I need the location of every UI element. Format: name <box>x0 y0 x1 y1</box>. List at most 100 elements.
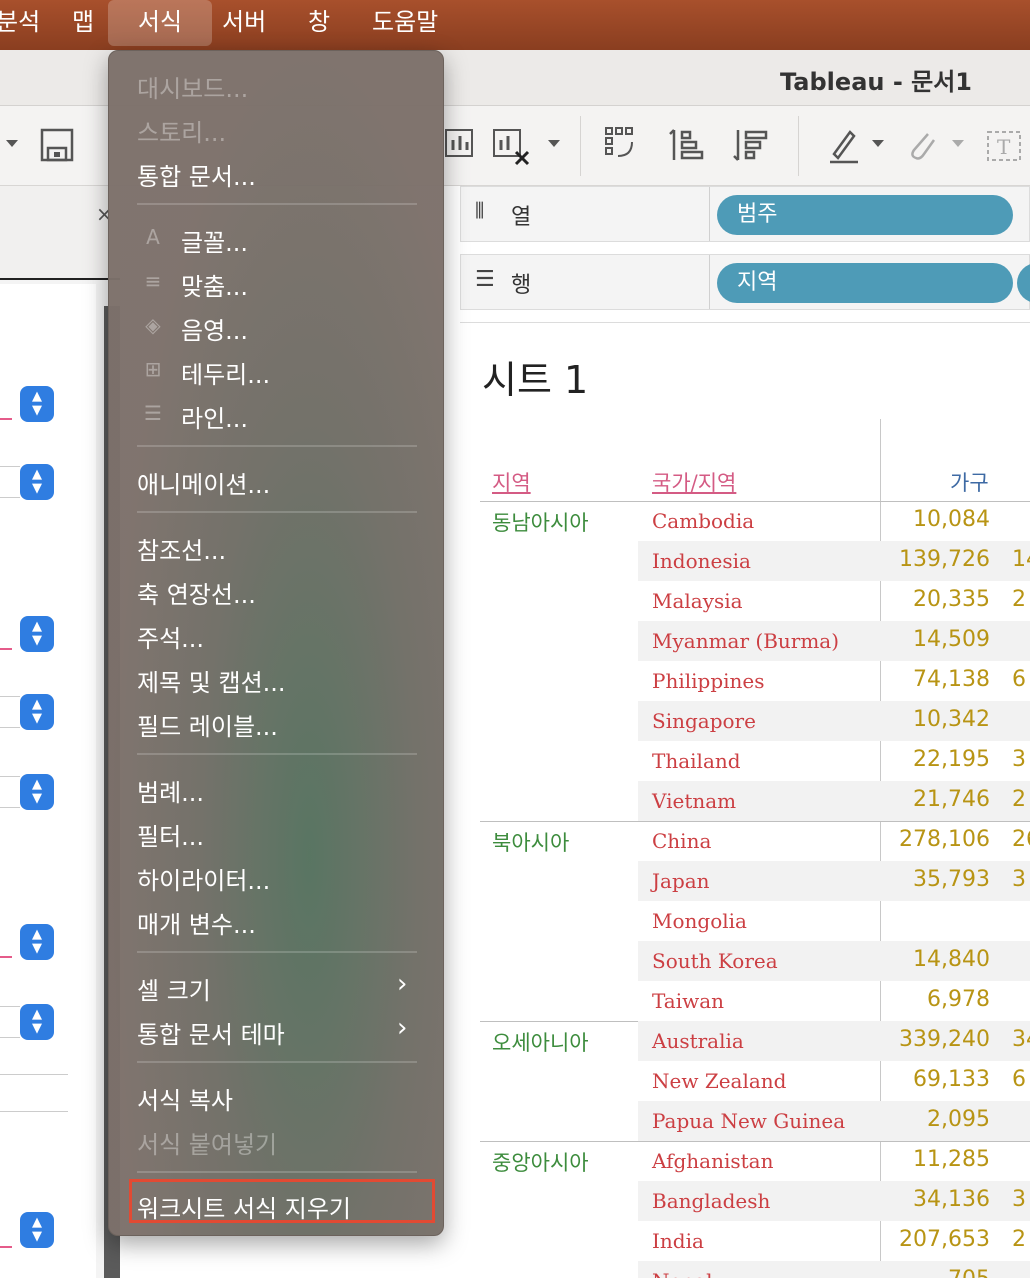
field-stub[interactable] <box>0 1006 20 1038</box>
furniture-value-cell[interactable]: 207,653 <box>899 1227 990 1252</box>
menu-item-legends[interactable]: 범례... <box>137 773 204 808</box>
next-column-value-cell[interactable]: 2 <box>1012 787 1026 812</box>
menu-item-borders[interactable]: 테두리... <box>181 355 270 390</box>
menu-item-reference-lines[interactable]: 참조선... <box>137 531 226 566</box>
menu-item-paste-formatting[interactable]: 서식 붙여넣기 <box>137 1125 277 1160</box>
menu-item-workbook-theme[interactable]: 통합 문서 테마 <box>137 1015 285 1050</box>
menu-item-lines[interactable]: 라인... <box>181 399 248 434</box>
furniture-value-cell[interactable]: 11,285 <box>913 1147 990 1172</box>
stepper-button[interactable]: ▲ ▼ <box>20 774 54 810</box>
stepper-button[interactable]: ▲ ▼ <box>20 616 54 652</box>
next-column-value-cell[interactable]: 26 <box>1012 827 1030 852</box>
country-cell[interactable]: Thailand <box>652 749 741 773</box>
stepper-button[interactable]: ▲ ▼ <box>20 464 54 500</box>
next-column-value-cell[interactable]: 14 <box>1012 547 1030 572</box>
country-cell[interactable]: Nepal <box>652 1269 712 1278</box>
menu-item-story[interactable]: 스토리... <box>137 113 226 148</box>
country-cell[interactable]: Papua New Guinea <box>652 1109 845 1133</box>
menu-item-dashboard[interactable]: 대시보드... <box>137 69 248 104</box>
menu-help[interactable]: 도움말 <box>356 0 454 46</box>
country-cell[interactable]: Indonesia <box>652 549 751 573</box>
header-country[interactable]: 국가/지역 <box>652 467 736 497</box>
country-cell[interactable]: South Korea <box>652 949 778 973</box>
header-region[interactable]: 지역 <box>492 467 531 497</box>
save-icon[interactable] <box>38 126 78 166</box>
furniture-value-cell[interactable]: 22,195 <box>913 747 990 772</box>
furniture-value-cell[interactable]: 14,840 <box>913 947 990 972</box>
table-row[interactable]: India 207,653 2 <box>638 1221 1030 1261</box>
next-column-value-cell[interactable]: 6 <box>1012 667 1026 692</box>
table-row[interactable]: Cambodia 10,084 <box>638 501 1030 541</box>
menu-analysis[interactable]: 분석 <box>0 0 56 46</box>
table-row[interactable]: China 278,106 26 <box>638 821 1030 861</box>
country-cell[interactable]: India <box>652 1229 704 1253</box>
country-cell[interactable]: China <box>652 829 711 853</box>
menu-item-align[interactable]: 맞춤... <box>181 267 248 302</box>
table-row[interactable]: Myanmar (Burma) 14,509 <box>638 621 1030 661</box>
menu-item-filters[interactable]: 필터... <box>137 817 204 852</box>
stepper-button[interactable]: ▲ ▼ <box>20 386 54 422</box>
show-me-chart-icon[interactable] <box>444 126 484 166</box>
menu-item-highlighters[interactable]: 하이라이터... <box>137 861 270 896</box>
swap-rows-columns-icon[interactable] <box>604 126 644 166</box>
menu-item-workbook[interactable]: 통합 문서... <box>137 157 256 192</box>
furniture-value-cell[interactable]: 339,240 <box>899 1027 990 1052</box>
menu-item-cell-size[interactable]: 셀 크기 <box>137 971 211 1006</box>
furniture-value-cell[interactable]: 74,138 <box>913 667 990 692</box>
menu-format[interactable]: 서식 <box>108 0 212 46</box>
menu-item-parameters[interactable]: 매개 변수... <box>137 905 256 940</box>
chevron-down-icon[interactable] <box>548 140 560 147</box>
text-label-icon[interactable]: T <box>984 126 1024 166</box>
menu-item-copy-formatting[interactable]: 서식 복사 <box>137 1081 233 1116</box>
country-cell[interactable]: Taiwan <box>652 989 724 1013</box>
furniture-value-cell[interactable]: 139,726 <box>899 547 990 572</box>
region-label[interactable]: 북아시아 <box>492 827 569 857</box>
menu-item-field-labels[interactable]: 필드 레이블... <box>137 707 278 742</box>
next-column-value-cell[interactable]: 3 <box>1012 867 1026 892</box>
furniture-value-cell[interactable]: 6,978 <box>927 987 990 1012</box>
menu-window[interactable]: 창 <box>292 0 346 46</box>
menu-item-animation[interactable]: 애니메이션... <box>137 465 270 500</box>
chevron-down-icon[interactable] <box>872 140 884 147</box>
furniture-value-cell[interactable]: 705 <box>948 1267 990 1278</box>
country-cell[interactable]: New Zealand <box>652 1069 786 1093</box>
table-row[interactable]: Nepal 705 <box>638 1261 1030 1278</box>
field-stub[interactable] <box>0 466 20 498</box>
pill-region[interactable]: 지역 <box>717 263 1013 303</box>
stepper-button[interactable]: ▲ ▼ <box>20 1004 54 1040</box>
furniture-value-cell[interactable]: 10,084 <box>913 507 990 532</box>
table-row[interactable]: Philippines 74,138 6 <box>638 661 1030 701</box>
menu-item-clear-worksheet-formatting[interactable]: 워크시트 서식 지우기 <box>137 1189 351 1224</box>
country-cell[interactable]: Singapore <box>652 709 756 733</box>
next-column-value-cell[interactable]: 2 <box>1012 1227 1026 1252</box>
country-cell[interactable]: Afghanistan <box>652 1149 773 1173</box>
table-row[interactable]: Thailand 22,195 3 <box>638 741 1030 781</box>
country-cell[interactable]: Vietnam <box>652 789 736 813</box>
stepper-button[interactable]: ▲ ▼ <box>20 694 54 730</box>
furniture-value-cell[interactable]: 69,133 <box>913 1067 990 1092</box>
country-cell[interactable]: Japan <box>652 869 710 893</box>
chevron-down-icon[interactable] <box>952 140 964 147</box>
menu-item-title-caption[interactable]: 제목 및 캡션... <box>137 663 286 698</box>
region-label[interactable]: 중앙아시아 <box>492 1147 589 1177</box>
next-column-value-cell[interactable]: 3 <box>1012 747 1026 772</box>
country-cell[interactable]: Australia <box>652 1029 744 1053</box>
table-row[interactable]: Malaysia 20,335 2 <box>638 581 1030 621</box>
next-column-value-cell[interactable]: 2 <box>1012 587 1026 612</box>
next-column-value-cell[interactable]: 34 <box>1012 1027 1030 1052</box>
pill-country[interactable] <box>1017 263 1030 303</box>
country-cell[interactable]: Mongolia <box>652 909 747 933</box>
table-row[interactable]: South Korea 14,840 <box>638 941 1030 981</box>
table-row[interactable]: Japan 35,793 3 <box>638 861 1030 901</box>
country-cell[interactable]: Philippines <box>652 669 765 693</box>
furniture-value-cell[interactable]: 20,335 <box>913 587 990 612</box>
next-column-value-cell[interactable]: 3 <box>1012 1187 1026 1212</box>
table-row[interactable]: Taiwan 6,978 <box>638 981 1030 1021</box>
furniture-value-cell[interactable]: 10,342 <box>913 707 990 732</box>
region-label[interactable]: 동남아시아 <box>492 507 589 537</box>
menu-server[interactable]: 서버 <box>206 0 282 46</box>
region-label[interactable]: 오세아니아 <box>492 1027 589 1057</box>
furniture-value-cell[interactable]: 2,095 <box>927 1107 990 1132</box>
stepper-button[interactable]: ▲ ▼ <box>20 1212 54 1248</box>
furniture-value-cell[interactable]: 14,509 <box>913 627 990 652</box>
